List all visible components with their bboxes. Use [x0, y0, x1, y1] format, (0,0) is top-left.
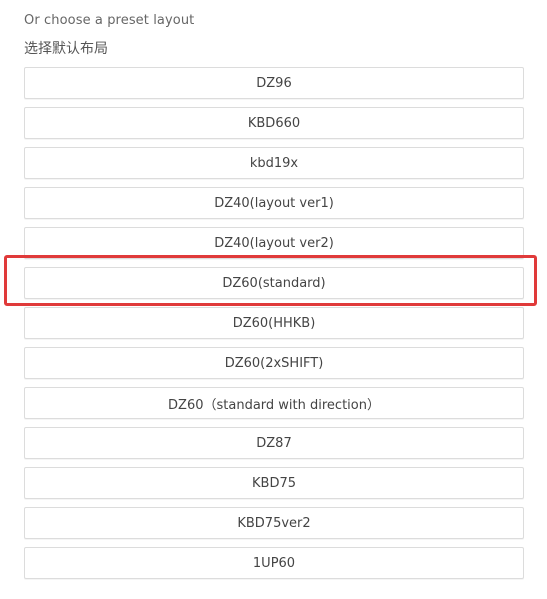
preset-layout-heading: Or choose a preset layout	[24, 13, 195, 28]
preset-layout-list: DZ96 KBD660 kbd19x DZ40(layout ver1) DZ4…	[24, 67, 524, 587]
preset-button-kbd19x[interactable]: kbd19x	[24, 147, 524, 179]
preset-button-kbd75[interactable]: KBD75	[24, 467, 524, 499]
preset-button-dz40-ver1[interactable]: DZ40(layout ver1)	[24, 187, 524, 219]
preset-button-dz96[interactable]: DZ96	[24, 67, 524, 99]
preset-button-kbd660[interactable]: KBD660	[24, 107, 524, 139]
preset-button-dz60-2xshift[interactable]: DZ60(2xSHIFT)	[24, 347, 524, 379]
preset-button-1up60[interactable]: 1UP60	[24, 547, 524, 579]
preset-button-dz60-hhkb[interactable]: DZ60(HHKB)	[24, 307, 524, 339]
preset-button-kbd75ver2[interactable]: KBD75ver2	[24, 507, 524, 539]
preset-button-dz60-standard[interactable]: DZ60(standard)	[24, 267, 524, 299]
preset-layout-subheading: 选择默认布局	[24, 41, 108, 57]
preset-button-dz40-ver2[interactable]: DZ40(layout ver2)	[24, 227, 524, 259]
preset-button-dz87[interactable]: DZ87	[24, 427, 524, 459]
preset-button-dz60-standard-direction[interactable]: DZ60（standard with direction）	[24, 387, 524, 419]
